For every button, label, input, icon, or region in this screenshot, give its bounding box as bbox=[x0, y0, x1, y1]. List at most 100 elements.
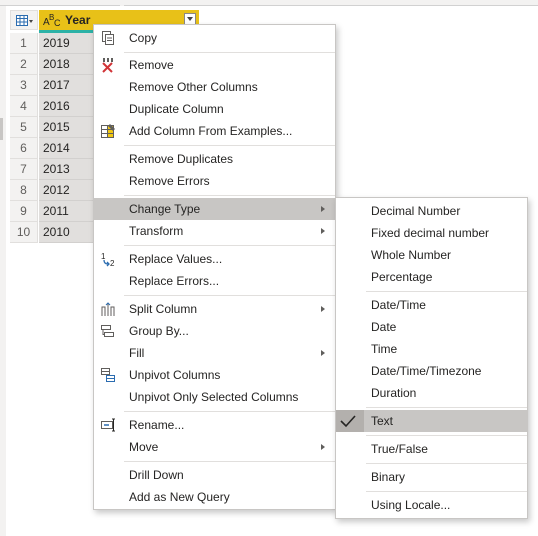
cell[interactable]: 2010 bbox=[39, 222, 94, 243]
row-number: 1 bbox=[10, 33, 38, 54]
menu-item-label: Split Column bbox=[129, 302, 198, 316]
menu-item-label: Text bbox=[371, 414, 394, 428]
type-date-time[interactable]: Date/Time bbox=[336, 294, 527, 316]
pane-collapse-handle[interactable] bbox=[0, 118, 3, 140]
menu-item-label: Time bbox=[371, 342, 398, 356]
row-number: 10 bbox=[10, 222, 38, 243]
menu-separator bbox=[366, 407, 527, 408]
type-text[interactable]: Text bbox=[336, 410, 527, 432]
menu-item-remove-errors[interactable]: Remove Errors bbox=[94, 170, 335, 192]
menu-item-label: Date bbox=[371, 320, 397, 334]
submenu-arrow-icon bbox=[321, 306, 325, 312]
menu-item-label: Add as New Query bbox=[129, 490, 230, 504]
menu-item-fill[interactable]: Fill bbox=[94, 342, 335, 364]
menu-item-label: Whole Number bbox=[371, 248, 452, 262]
menu-item-rename[interactable]: Rename... bbox=[94, 414, 335, 436]
cell[interactable]: 2018 bbox=[39, 54, 94, 75]
menu-item-label: Binary bbox=[371, 470, 406, 484]
cell[interactable]: 2019 bbox=[39, 33, 94, 54]
menu-item-replace-errors[interactable]: Replace Errors... bbox=[94, 270, 335, 292]
menu-item-duplicate-column[interactable]: Duplicate Column bbox=[94, 98, 335, 120]
cell[interactable]: 2015 bbox=[39, 117, 94, 138]
menu-item-label: Rename... bbox=[129, 418, 185, 432]
menu-item-label: Duplicate Column bbox=[129, 102, 224, 116]
menu-item-remove[interactable]: Remove bbox=[94, 54, 335, 76]
menu-separator bbox=[124, 461, 335, 462]
menu-item-label: Remove Other Columns bbox=[129, 80, 258, 94]
cell[interactable]: 2011 bbox=[39, 201, 94, 222]
row-number: 4 bbox=[10, 96, 38, 117]
menu-item-label: True/False bbox=[371, 442, 428, 456]
type-decimal-number[interactable]: Decimal Number bbox=[336, 200, 527, 222]
left-pane-rail bbox=[0, 6, 6, 536]
menu-item-label: Replace Values... bbox=[129, 252, 223, 266]
type-whole-number[interactable]: Whole Number bbox=[336, 244, 527, 266]
cell[interactable]: 2016 bbox=[39, 96, 94, 117]
column-from-examples-icon bbox=[101, 124, 115, 138]
checkmark-icon bbox=[340, 415, 356, 428]
row-number: 6 bbox=[10, 138, 38, 159]
cell[interactable]: 2012 bbox=[39, 180, 94, 201]
type-using-locale[interactable]: Using Locale... bbox=[336, 494, 527, 516]
menu-item-move[interactable]: Move bbox=[94, 436, 335, 458]
submenu-arrow-icon bbox=[321, 228, 325, 234]
submenu-arrow-icon bbox=[321, 444, 325, 450]
submenu-arrow-icon bbox=[321, 350, 325, 356]
table-icon bbox=[16, 15, 33, 26]
divider bbox=[0, 5, 120, 6]
copy-icon bbox=[102, 31, 114, 45]
menu-item-label: Drill Down bbox=[129, 468, 184, 482]
column-title: Year bbox=[65, 13, 91, 27]
menu-item-label: Duration bbox=[371, 386, 417, 400]
menu-item-replace-values[interactable]: 1 2 Replace Values... bbox=[94, 248, 335, 270]
menu-item-transform[interactable]: Transform bbox=[94, 220, 335, 242]
menu-separator bbox=[124, 411, 335, 412]
menu-item-add-column-from-examples[interactable]: Add Column From Examples... bbox=[94, 120, 335, 142]
menu-item-unpivot-only-selected[interactable]: Unpivot Only Selected Columns bbox=[94, 386, 335, 408]
type-time[interactable]: Time bbox=[336, 338, 527, 360]
remove-icon bbox=[102, 58, 113, 73]
menu-item-change-type[interactable]: Change Type bbox=[94, 198, 335, 220]
type-binary[interactable]: Binary bbox=[336, 466, 527, 488]
rename-icon bbox=[101, 418, 115, 432]
divider bbox=[124, 5, 538, 6]
row-number: 7 bbox=[10, 159, 38, 180]
menu-item-copy[interactable]: Copy bbox=[94, 27, 335, 49]
menu-item-remove-duplicates[interactable]: Remove Duplicates bbox=[94, 148, 335, 170]
menu-item-label: Percentage bbox=[371, 270, 433, 284]
menu-item-label: Add Column From Examples... bbox=[129, 124, 293, 138]
menu-separator bbox=[124, 52, 335, 53]
menu-item-drill-down[interactable]: Drill Down bbox=[94, 464, 335, 486]
menu-item-label: Remove Duplicates bbox=[129, 152, 234, 166]
menu-item-label: Replace Errors... bbox=[129, 274, 220, 288]
menu-separator bbox=[366, 435, 527, 436]
menu-item-add-as-new-query[interactable]: Add as New Query bbox=[94, 486, 335, 508]
table-menu-button[interactable] bbox=[10, 10, 38, 30]
cell[interactable]: 2014 bbox=[39, 138, 94, 159]
type-fixed-decimal-number[interactable]: Fixed decimal number bbox=[336, 222, 527, 244]
menu-separator bbox=[124, 195, 335, 196]
type-true-false[interactable]: True/False bbox=[336, 438, 527, 460]
cell[interactable]: 2017 bbox=[39, 75, 94, 96]
cell[interactable]: 2013 bbox=[39, 159, 94, 180]
menu-item-label: Move bbox=[129, 440, 159, 454]
text-type-icon[interactable]: A B C bbox=[43, 12, 63, 31]
split-column-icon bbox=[101, 302, 115, 316]
menu-item-label: Remove bbox=[129, 58, 174, 72]
menu-item-group-by[interactable]: Group By... bbox=[94, 320, 335, 342]
type-date[interactable]: Date bbox=[336, 316, 527, 338]
menu-item-label: Unpivot Only Selected Columns bbox=[129, 390, 299, 404]
type-percentage[interactable]: Percentage bbox=[336, 266, 527, 288]
menu-separator bbox=[124, 295, 335, 296]
change-type-submenu: Decimal Number Fixed decimal number Whol… bbox=[335, 197, 528, 519]
type-date-time-timezone[interactable]: Date/Time/Timezone bbox=[336, 360, 527, 382]
row-number: 8 bbox=[10, 180, 38, 201]
type-duration[interactable]: Duration bbox=[336, 382, 527, 404]
menu-separator bbox=[124, 245, 335, 246]
column-context-menu: Copy Remove Remove Other Columns Duplica… bbox=[93, 24, 336, 510]
menu-item-remove-other-columns[interactable]: Remove Other Columns bbox=[94, 76, 335, 98]
menu-item-unpivot-columns[interactable]: Unpivot Columns bbox=[94, 364, 335, 386]
menu-separator bbox=[366, 291, 527, 292]
menu-separator bbox=[124, 145, 335, 146]
menu-item-split-column[interactable]: Split Column bbox=[94, 298, 335, 320]
